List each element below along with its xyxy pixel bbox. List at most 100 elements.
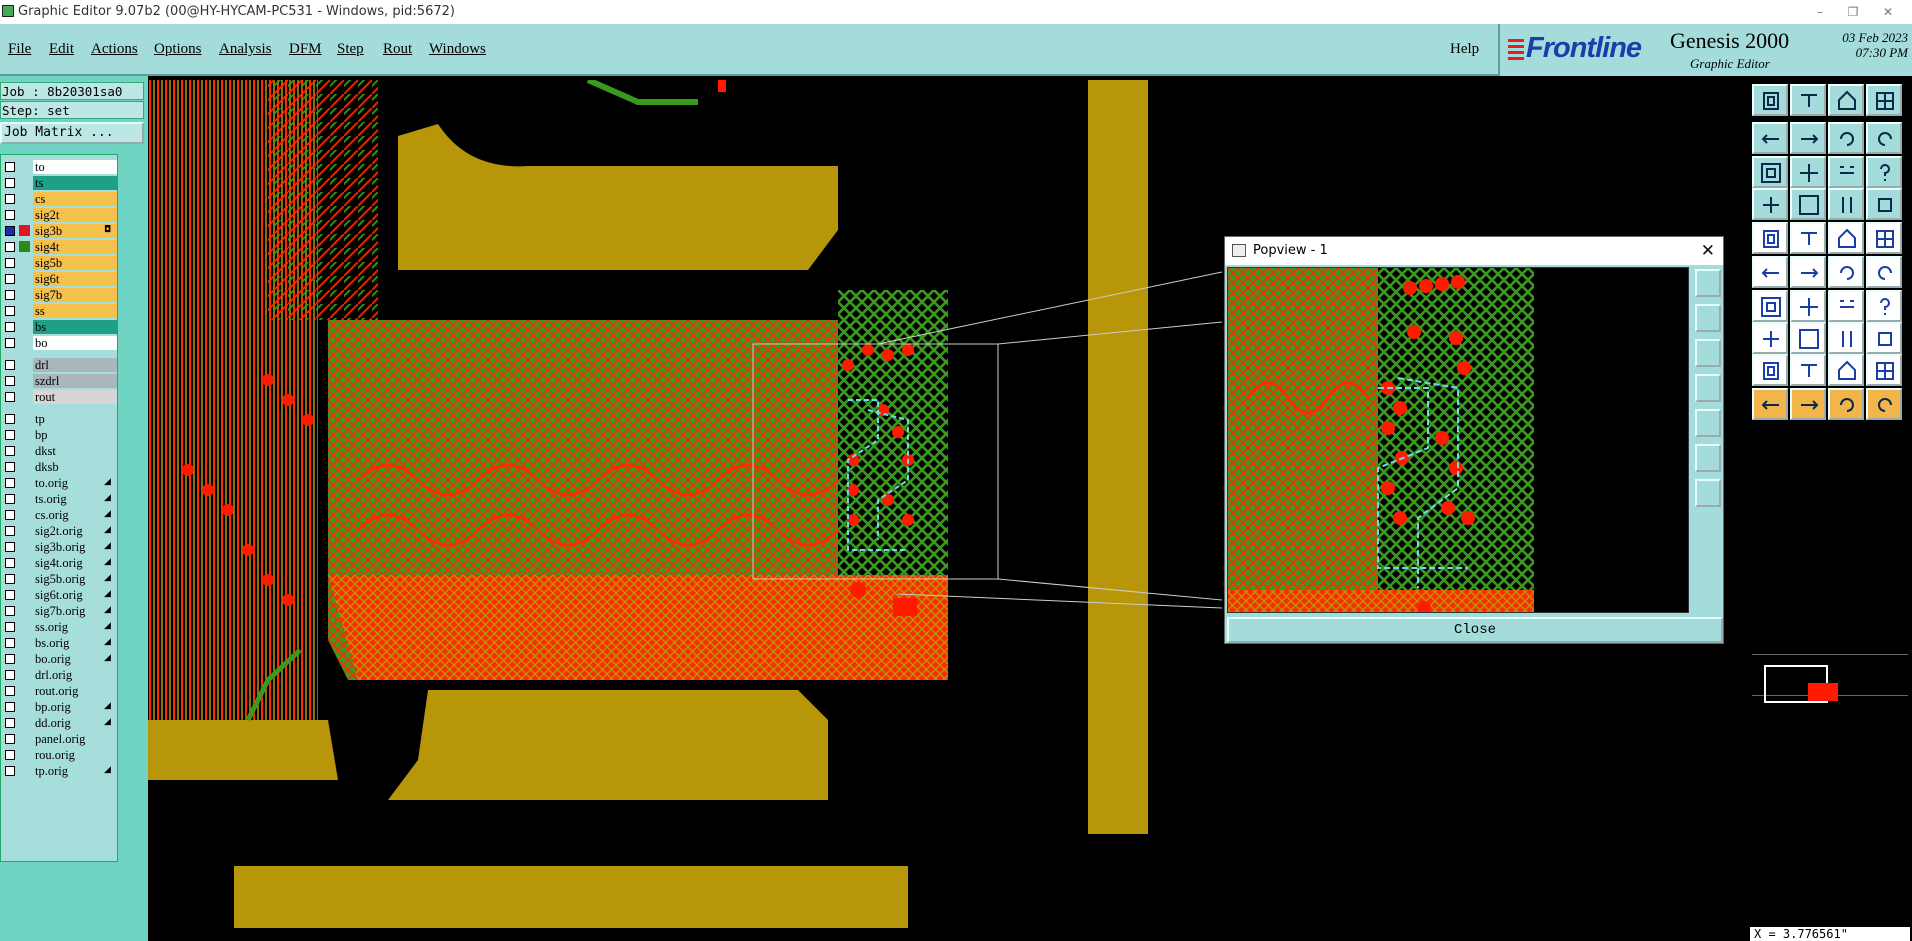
popview-tool-3[interactable]: [1695, 339, 1721, 367]
layer-checkbox[interactable]: [5, 210, 15, 220]
layer-checkbox[interactable]: [5, 162, 15, 172]
layer-checkbox[interactable]: [5, 242, 15, 252]
select-button[interactable]: [1752, 388, 1788, 420]
ruler-button[interactable]: [1828, 222, 1864, 254]
layer-checkbox[interactable]: [5, 590, 15, 600]
bridge-button[interactable]: [1866, 354, 1902, 386]
layer-row-ss-orig[interactable]: ss.orig ◢: [1, 619, 119, 635]
layer-checkbox[interactable]: [5, 718, 15, 728]
layer-checkbox[interactable]: [5, 526, 15, 536]
layer-row-sig3b[interactable]: sig3b ◘: [1, 223, 119, 239]
align-button[interactable]: [1828, 188, 1864, 220]
layer-row-sig2t-orig[interactable]: sig2t.orig ◢: [1, 523, 119, 539]
layer-checkbox[interactable]: [5, 258, 15, 268]
pointer-button[interactable]: [1790, 388, 1826, 420]
layer-row-rout-orig[interactable]: rout.orig: [1, 683, 119, 699]
slope-button[interactable]: [1752, 290, 1788, 322]
layer-row-sig6t[interactable]: sig6t: [1, 271, 119, 287]
popview-tool-7[interactable]: [1695, 479, 1721, 507]
layer-row-cs[interactable]: cs: [1, 191, 119, 207]
layer-row-bo-orig[interactable]: bo.orig ◢: [1, 651, 119, 667]
layer-row-sig3b-orig[interactable]: sig3b.orig ◢: [1, 539, 119, 555]
layer-checkbox[interactable]: [5, 574, 15, 584]
layer-checkbox[interactable]: [5, 194, 15, 204]
layer-checkbox[interactable]: [5, 414, 15, 424]
layer-checkbox[interactable]: [5, 430, 15, 440]
layer-checkbox[interactable]: [5, 338, 15, 348]
layer-checkbox[interactable]: [5, 462, 15, 472]
layer-row-sig2t[interactable]: sig2t: [1, 207, 119, 223]
menu-step[interactable]: Step: [337, 24, 364, 74]
layer-row-bo[interactable]: bo: [1, 335, 119, 351]
layer-checkbox[interactable]: [5, 606, 15, 616]
layer-checkbox[interactable]: [5, 376, 15, 386]
layer-checkbox[interactable]: [5, 306, 15, 316]
snapshot-button[interactable]: [1752, 84, 1788, 116]
layer-checkbox[interactable]: [5, 766, 15, 776]
layer-row-bp-orig[interactable]: bp.orig ◢: [1, 699, 119, 715]
angle-button[interactable]: [1790, 290, 1826, 322]
layer-checkbox[interactable]: [5, 622, 15, 632]
layer-row-sig4t[interactable]: sig4t: [1, 239, 119, 255]
split-window-button[interactable]: [1866, 84, 1902, 116]
layer-checkbox[interactable]: [5, 638, 15, 648]
redo-button[interactable]: [1866, 122, 1902, 154]
popview-close-button[interactable]: Close: [1227, 617, 1723, 643]
layer-row-sig5b-orig[interactable]: sig5b.orig ◢: [1, 571, 119, 587]
layer-checkbox[interactable]: [5, 670, 15, 680]
rotate-button[interactable]: [1828, 290, 1864, 322]
pad-button[interactable]: [1752, 222, 1788, 254]
snap-button[interactable]: [1866, 188, 1902, 220]
layer-row-ts[interactable]: ts: [1, 175, 119, 191]
cross-select-button[interactable]: [1790, 222, 1826, 254]
layer-checkbox[interactable]: [5, 290, 15, 300]
layer-row-szdrl[interactable]: szdrl: [1, 373, 119, 389]
layer-checkbox[interactable]: [5, 734, 15, 744]
help-button[interactable]: [1866, 156, 1902, 188]
layer-row-to[interactable]: to: [1, 159, 119, 175]
minimize-button[interactable]: –: [1805, 0, 1835, 24]
layer-checkbox[interactable]: [5, 654, 15, 664]
grid-button[interactable]: [1790, 188, 1826, 220]
layer-row-bp[interactable]: bp: [1, 427, 119, 443]
circle-fill-button[interactable]: [1866, 222, 1902, 254]
layer-row-ss[interactable]: ss: [1, 303, 119, 319]
layer-row-rou-orig[interactable]: rou.orig: [1, 747, 119, 763]
popview-close-x[interactable]: ✕: [1701, 237, 1715, 265]
pan-right-button[interactable]: [1790, 122, 1826, 154]
menu-windows[interactable]: Windows: [429, 24, 486, 74]
job-matrix-button[interactable]: Job Matrix ...: [0, 122, 144, 144]
layer-checkbox[interactable]: [5, 392, 15, 402]
net-button[interactable]: [1752, 256, 1788, 288]
layer-row-panel-orig[interactable]: panel.orig: [1, 731, 119, 747]
layer-row-sig6t-orig[interactable]: sig6t.orig ◢: [1, 587, 119, 603]
layer-row-sig7b[interactable]: sig7b: [1, 287, 119, 303]
layer-row-ts-orig[interactable]: ts.orig ◢: [1, 491, 119, 507]
line-button[interactable]: [1866, 256, 1902, 288]
layer-row-bs[interactable]: bs: [1, 319, 119, 335]
layer-row-dkst[interactable]: dkst: [1, 443, 119, 459]
pointer-multi-button[interactable]: [1866, 388, 1902, 420]
mountain-button[interactable]: [1790, 354, 1826, 386]
popview-tool-5[interactable]: [1695, 409, 1721, 437]
minimap[interactable]: [1752, 654, 1908, 703]
layer-checkbox[interactable]: [5, 226, 15, 236]
menu-file[interactable]: File: [8, 24, 31, 74]
delete-button[interactable]: [1790, 256, 1826, 288]
layer-checkbox[interactable]: [5, 750, 15, 760]
menu-options[interactable]: Options: [154, 24, 202, 74]
popview-tool-2[interactable]: [1695, 304, 1721, 332]
popview-viewport[interactable]: [1227, 267, 1689, 613]
menu-actions[interactable]: Actions: [91, 24, 138, 74]
menu-analysis[interactable]: Analysis: [219, 24, 272, 74]
ratio-1-2-button[interactable]: [1828, 156, 1864, 188]
layer-checkbox[interactable]: [5, 360, 15, 370]
layer-checkbox[interactable]: [5, 178, 15, 188]
close-window-button[interactable]: ✕: [1873, 0, 1903, 24]
layer-checkbox[interactable]: [5, 510, 15, 520]
layer-row-sig5b[interactable]: sig5b: [1, 255, 119, 271]
pointer-alt-button[interactable]: [1828, 388, 1864, 420]
menu-rout[interactable]: Rout: [383, 24, 412, 74]
home-button[interactable]: [1828, 84, 1864, 116]
layer-row-dd-orig[interactable]: dd.orig ◢: [1, 715, 119, 731]
